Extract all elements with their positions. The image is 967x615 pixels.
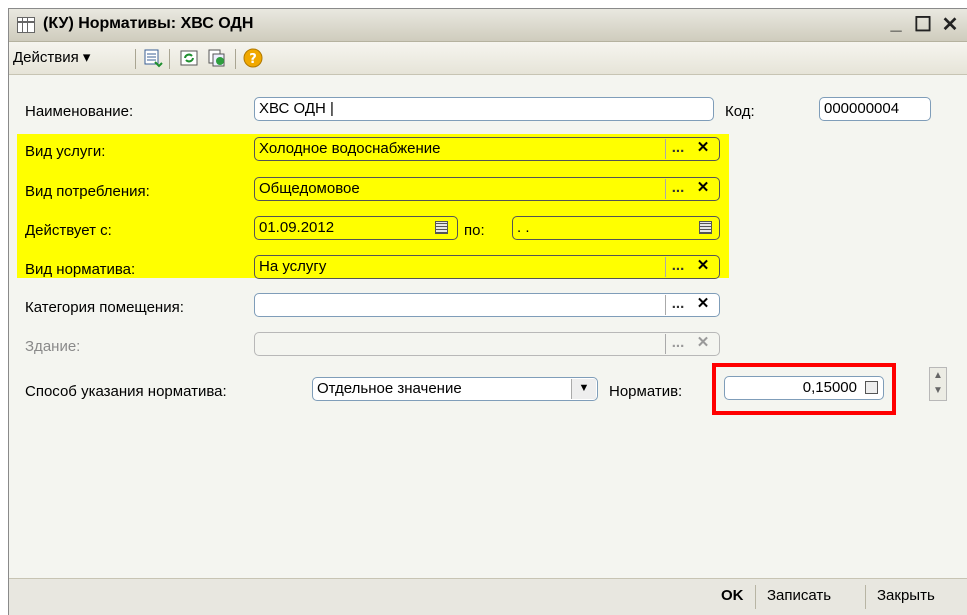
- method-select[interactable]: Отдельное значение ▼: [312, 377, 598, 401]
- building-label: Здание:: [25, 338, 81, 355]
- method-value: Отдельное значение: [317, 380, 462, 397]
- dialog-window: (КУ) Нормативы: ХВС ОДН _ ☐ ✕ Действия ▾…: [8, 8, 967, 615]
- norm-field[interactable]: 0,15000: [724, 376, 884, 400]
- window-title: (КУ) Нормативы: ХВС ОДН: [43, 15, 254, 32]
- norm-kind-value: На услугу: [259, 258, 327, 275]
- ok-button[interactable]: OK: [721, 587, 744, 604]
- calendar-icon[interactable]: [699, 221, 712, 234]
- service-value: Холодное водоснабжение: [259, 140, 441, 157]
- chevron-down-icon[interactable]: ▼: [571, 379, 596, 399]
- room-category-field[interactable]: ... ✕: [254, 293, 720, 317]
- valid-to-value: . .: [517, 219, 530, 236]
- save-button[interactable]: Записать: [767, 587, 831, 604]
- valid-to-field[interactable]: . .: [512, 216, 720, 240]
- table-icon: [17, 17, 35, 33]
- scroll-spinner[interactable]: ▲ ▼: [929, 367, 947, 401]
- room-category-clear-button[interactable]: ✕: [691, 295, 715, 315]
- name-field[interactable]: ХВС ОДН |: [254, 97, 714, 121]
- consumption-clear-button[interactable]: ✕: [691, 179, 715, 199]
- toolbar: Действия ▾ ?: [9, 42, 967, 75]
- valid-from-value: 01.09.2012: [259, 219, 335, 236]
- room-category-select-button[interactable]: ...: [665, 295, 690, 315]
- norm-kind-label: Вид норматива:: [25, 261, 136, 278]
- norm-kind-select-button[interactable]: ...: [665, 257, 690, 277]
- toolbar-separator: [235, 49, 236, 69]
- building-clear-button: ✕: [696, 334, 710, 351]
- method-label: Способ указания норматива:: [25, 383, 227, 400]
- code-label: Код:: [725, 103, 755, 120]
- consumption-value: Общедомовое: [259, 180, 360, 197]
- valid-from-field[interactable]: 01.09.2012: [254, 216, 458, 240]
- spin-down-icon[interactable]: ▼: [930, 383, 946, 398]
- form-area: Наименование: ХВС ОДН | Код: 000000004 В…: [9, 75, 967, 579]
- norm-kind-field[interactable]: На услугу ... ✕: [254, 255, 720, 279]
- service-field[interactable]: Холодное водоснабжение ... ✕: [254, 137, 720, 161]
- title-bar: (КУ) Нормативы: ХВС ОДН _ ☐ ✕: [9, 9, 967, 42]
- norm-label: Норматив:: [609, 383, 683, 400]
- bottom-button-bar: OK Записать Закрыть: [9, 578, 967, 615]
- code-field[interactable]: 000000004: [819, 97, 931, 121]
- calculator-icon[interactable]: [865, 381, 878, 394]
- name-value: ХВС ОДН |: [259, 100, 334, 117]
- name-label: Наименование:: [25, 103, 134, 120]
- save-list-icon[interactable]: [143, 48, 163, 68]
- help-icon[interactable]: ?: [243, 48, 263, 68]
- spin-up-icon[interactable]: ▲: [930, 368, 946, 383]
- copy-icon[interactable]: [207, 48, 227, 68]
- help-glyph: ?: [249, 52, 257, 67]
- calendar-icon[interactable]: [435, 221, 448, 234]
- service-clear-button[interactable]: ✕: [691, 139, 715, 159]
- norm-value: 0,15000: [802, 379, 857, 396]
- norm-kind-clear-button[interactable]: ✕: [691, 257, 715, 277]
- close-window-button[interactable]: ✕: [939, 12, 961, 37]
- button-separator: [865, 585, 866, 609]
- code-value: 000000004: [824, 100, 900, 117]
- consumption-field[interactable]: Общедомовое ... ✕: [254, 177, 720, 201]
- consumption-select-button[interactable]: ...: [665, 179, 690, 199]
- minimize-button[interactable]: _: [885, 12, 907, 35]
- button-separator: [755, 585, 756, 609]
- toolbar-separator: [169, 49, 170, 69]
- building-field: ... ✕: [254, 332, 720, 356]
- room-category-label: Категория помещения:: [25, 299, 184, 316]
- valid-to-label: по:: [464, 222, 485, 239]
- toolbar-separator: [135, 49, 136, 69]
- service-label: Вид услуги:: [25, 143, 106, 160]
- building-select-button: ...: [665, 334, 690, 354]
- actions-menu[interactable]: Действия ▾: [13, 48, 90, 66]
- service-select-button[interactable]: ...: [665, 139, 690, 159]
- refresh-icon[interactable]: [179, 48, 199, 68]
- valid-from-label: Действует с:: [25, 222, 112, 239]
- maximize-button[interactable]: ☐: [912, 12, 934, 37]
- consumption-label: Вид потребления:: [25, 183, 150, 200]
- close-button[interactable]: Закрыть: [877, 587, 935, 604]
